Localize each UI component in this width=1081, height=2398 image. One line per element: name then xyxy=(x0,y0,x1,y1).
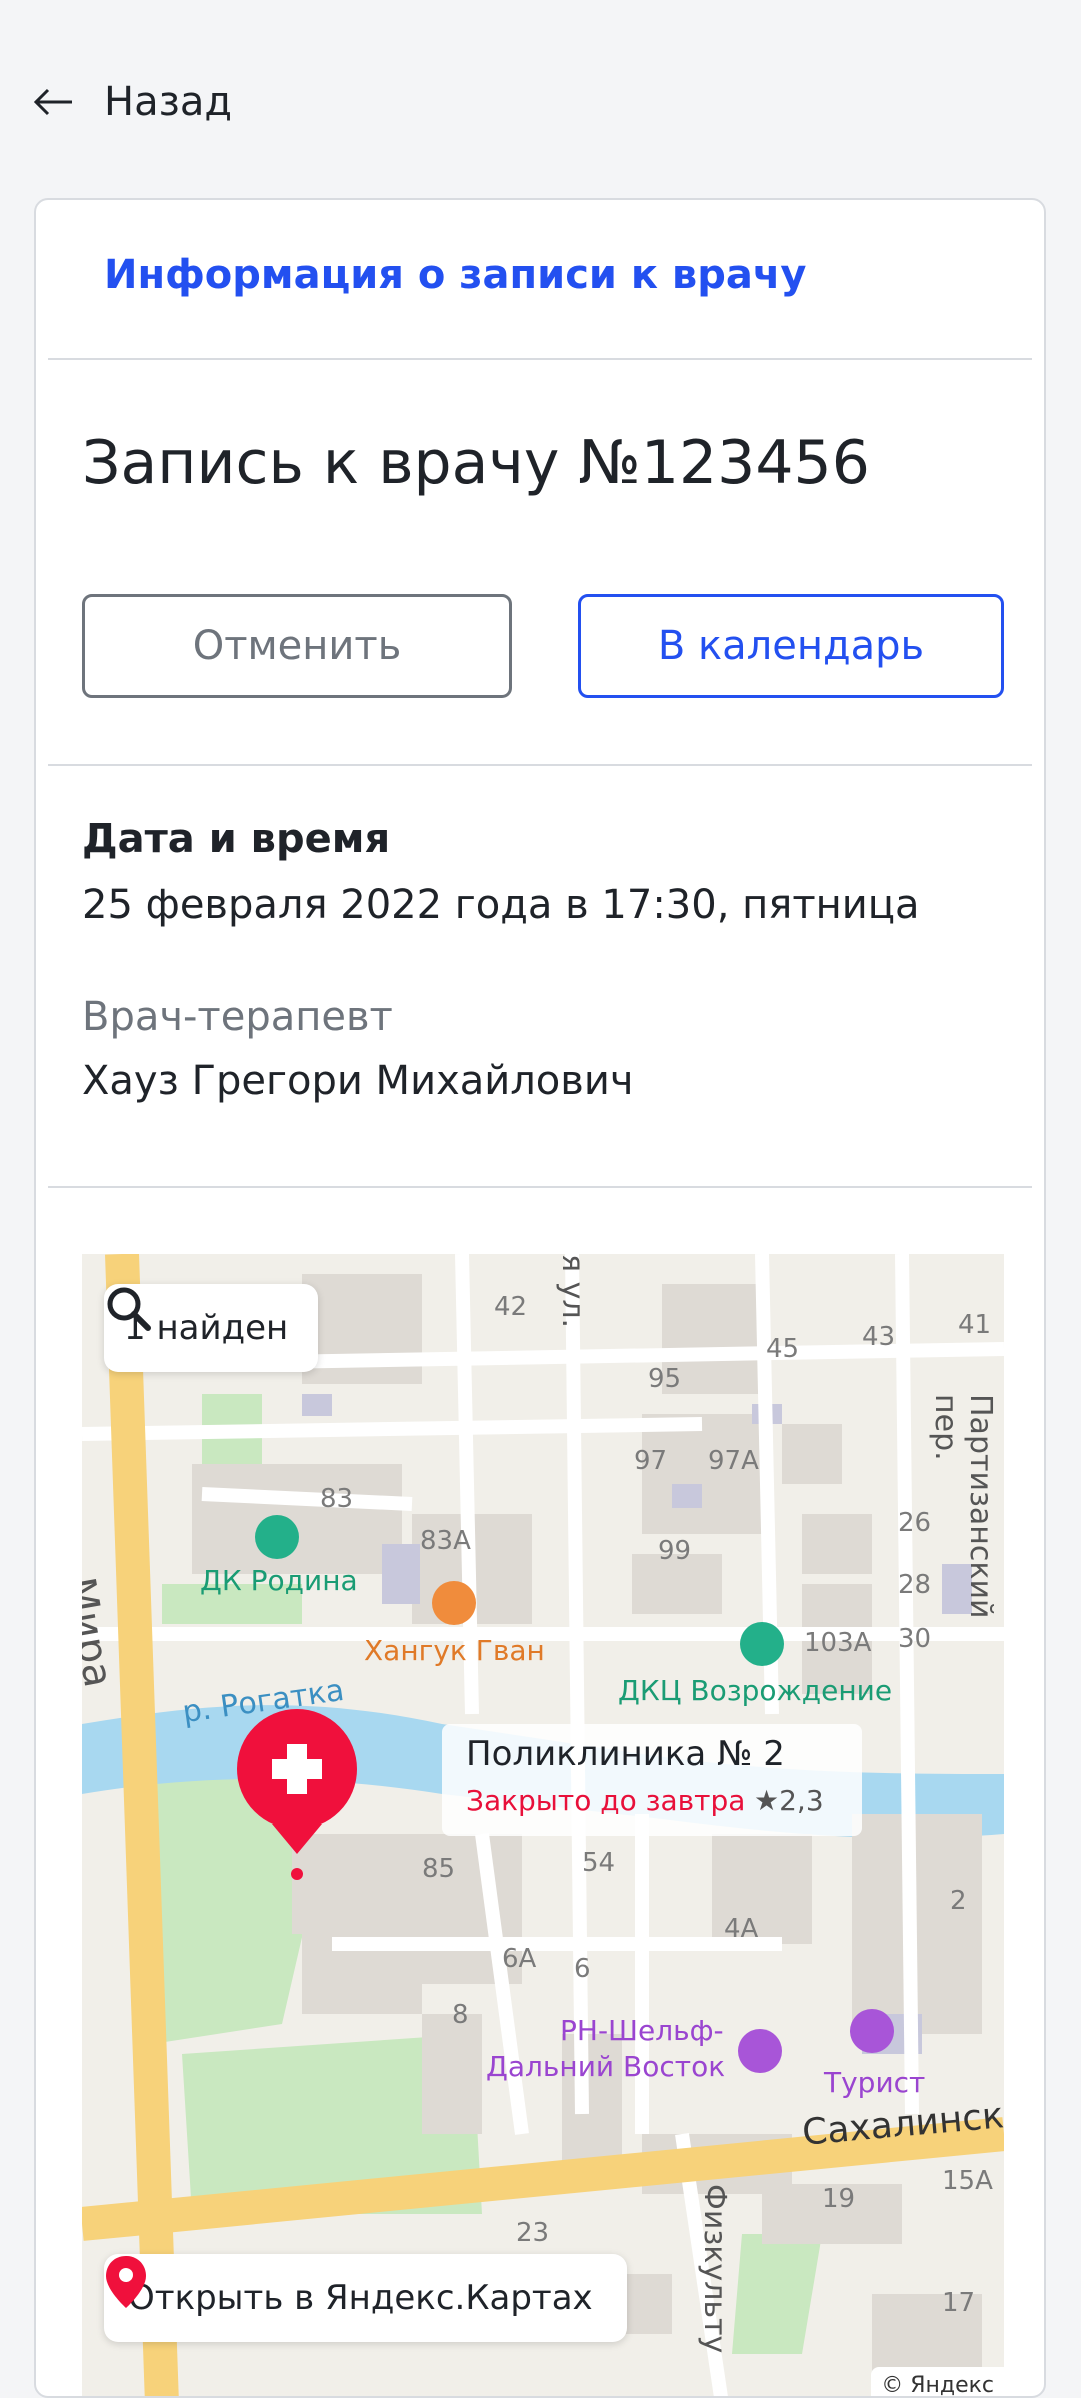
house-number: 26 xyxy=(898,1508,932,1538)
back-button[interactable]: Назад xyxy=(34,72,232,132)
house-number: 6 xyxy=(574,1954,591,1984)
poi-label: Дальний Восток xyxy=(486,2050,726,2083)
add-to-calendar-button[interactable]: В календарь xyxy=(578,594,1004,698)
poi-label: РН-Шельф- xyxy=(560,2014,724,2047)
poi-label: ДКЦ Возрождение xyxy=(618,1674,893,1707)
house-number: 8 xyxy=(452,2000,469,2030)
poi-label: Хангук Гван xyxy=(364,1634,545,1667)
house-number: 83А xyxy=(420,1526,471,1556)
house-number: 17 xyxy=(942,2288,976,2318)
map-copyright: © Яндекс xyxy=(871,2367,1004,2396)
house-number: 85 xyxy=(422,1854,456,1884)
street-label: Партизанский пер. xyxy=(928,1394,998,1619)
house-number: 23 xyxy=(516,2218,550,2248)
doctor-label: Врач-терапевт xyxy=(82,994,393,1040)
poi-label: Турист xyxy=(824,2066,926,2099)
card-header: Информация о записи к врачу xyxy=(48,200,1032,360)
details-section: Дата и время 25 февраля 2022 года в 17:3… xyxy=(48,766,1032,1188)
clinic-card[interactable]: Поликлиника № 2 Закрыто до завтра ★2,3 xyxy=(442,1724,862,1836)
house-number: 97А xyxy=(708,1446,759,1476)
street-label: Физкульту xyxy=(697,2184,732,2354)
house-number: 99 xyxy=(658,1536,692,1566)
street-label: я ул. xyxy=(555,1254,590,1329)
house-number: 6А xyxy=(502,1944,537,1974)
house-number: 4А xyxy=(724,1914,759,1944)
house-number: 19 xyxy=(822,2184,856,2214)
house-number: 15А xyxy=(942,2166,993,2196)
datetime-value: 25 февраля 2022 года в 17:30, пятница xyxy=(82,882,920,928)
clinic-status: Закрыто до завтра xyxy=(466,1784,746,1817)
house-number: 30 xyxy=(898,1624,932,1654)
open-in-yandex-maps-button[interactable]: Открыть в Яндекс.Картах xyxy=(104,2254,627,2342)
doctor-name: Хауз Грегори Михайлович xyxy=(82,1058,634,1104)
record-title: Запись к врачу №123456 xyxy=(82,428,870,498)
map-search-results-button[interactable]: 1 найден xyxy=(104,1284,319,1372)
house-number: 28 xyxy=(898,1570,932,1600)
map[interactable]: 42 45 43 41 95 97 97А 83 83А 99 26 28 30… xyxy=(82,1254,1004,2396)
house-number: 43 xyxy=(862,1322,896,1352)
clinic-rating: ★2,3 xyxy=(754,1784,824,1817)
poi-label: ДК Родина xyxy=(200,1564,358,1597)
house-number: 103А xyxy=(804,1628,872,1658)
house-number: 97 xyxy=(634,1446,668,1476)
house-number: 45 xyxy=(766,1334,800,1364)
open-in-maps-label: Открыть в Яндекс.Картах xyxy=(128,2278,593,2318)
house-number: 41 xyxy=(958,1310,992,1340)
house-number: 42 xyxy=(494,1292,528,1322)
house-number: 2 xyxy=(950,1886,967,1916)
card-title: Информация о записи к врачу xyxy=(104,252,807,298)
house-number: 83 xyxy=(320,1484,354,1514)
appointment-card: Информация о записи к врачу Запись к вра… xyxy=(34,198,1046,2398)
back-label: Назад xyxy=(104,79,233,125)
record-section: Запись к врачу №123456 Отменить В календ… xyxy=(48,360,1032,766)
search-icon xyxy=(107,1287,151,1331)
house-number: 54 xyxy=(582,1848,616,1878)
cancel-button[interactable]: Отменить xyxy=(82,594,512,698)
datetime-label: Дата и время xyxy=(82,816,391,862)
clinic-name: Поликлиника № 2 xyxy=(466,1734,785,1774)
map-pin-icon xyxy=(106,2256,146,2308)
house-number: 95 xyxy=(648,1364,682,1394)
arrow-left-icon xyxy=(34,88,72,116)
